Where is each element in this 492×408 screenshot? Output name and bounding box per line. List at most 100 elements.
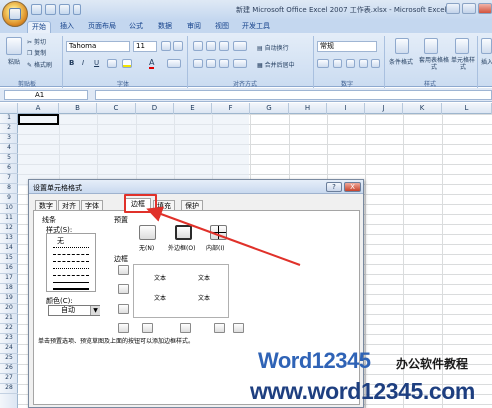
align-right-icon[interactable] (219, 59, 229, 68)
row-header[interactable]: 17 (0, 274, 18, 284)
cell-style-icon[interactable] (455, 38, 469, 54)
dialog-title-bar[interactable]: 设置单元格格式 ? X (29, 180, 363, 194)
line-style-list[interactable]: 无 (46, 233, 96, 292)
save-icon[interactable] (31, 4, 42, 15)
row-header[interactable]: 3 (0, 134, 18, 144)
row-header[interactable]: 11 (0, 214, 18, 224)
increase-decimal-icon[interactable] (359, 59, 368, 68)
row-header[interactable]: 23 (0, 334, 18, 344)
shrink-font-icon[interactable] (173, 41, 183, 51)
row-header[interactable]: 13 (0, 234, 18, 244)
redo-icon[interactable] (59, 4, 70, 15)
align-left-icon[interactable] (193, 59, 203, 68)
column-header[interactable]: A (18, 103, 59, 114)
line-style-option[interactable] (53, 247, 89, 248)
row-header[interactable]: 15 (0, 254, 18, 264)
column-header[interactable]: G (250, 103, 289, 114)
row-header[interactable]: 27 (0, 374, 18, 384)
line-style-option[interactable] (53, 275, 89, 276)
formula-input[interactable] (95, 90, 492, 100)
copy-button[interactable]: ❐ 复制 (27, 48, 46, 57)
wrap-text-button[interactable]: ▤ 自动换行 (257, 43, 289, 52)
align-bottom-icon[interactable] (219, 41, 229, 51)
font-name-combo[interactable]: Tahoma (66, 41, 130, 52)
close-window-button[interactable] (478, 3, 492, 14)
italic-icon[interactable]: I (82, 59, 84, 67)
table-style-label[interactable]: 套用表格格式 (417, 57, 451, 71)
font-size-combo[interactable]: 11 (133, 41, 157, 52)
chevron-down-icon[interactable]: ▼ (90, 306, 100, 315)
phonetic-icon[interactable] (167, 59, 181, 68)
line-style-none[interactable]: 无 (57, 236, 64, 246)
line-style-option[interactable] (53, 261, 89, 262)
font-color-icon[interactable]: A (149, 58, 155, 69)
orientation-icon[interactable] (233, 41, 247, 51)
row-header[interactable]: 18 (0, 284, 18, 294)
align-middle-icon[interactable] (206, 41, 216, 51)
cut-button[interactable]: ✂ 剪切 (27, 37, 46, 46)
line-style-option[interactable] (53, 254, 89, 255)
row-header[interactable]: 14 (0, 244, 18, 254)
tab-review[interactable]: 审阅 (183, 21, 205, 33)
conditional-format-label[interactable]: 条件格式 (389, 57, 413, 66)
preset-outline-label[interactable]: 外边框(O) (168, 243, 195, 252)
border-middle-horizontal-icon[interactable] (118, 284, 129, 294)
minimize-button[interactable] (446, 3, 460, 14)
tab-formulas[interactable]: 公式 (125, 21, 147, 33)
percent-icon[interactable] (333, 59, 342, 68)
tab-view[interactable]: 视图 (211, 21, 233, 33)
row-header[interactable]: 28 (0, 384, 18, 394)
underline-icon[interactable]: U (94, 59, 99, 67)
grow-font-icon[interactable] (161, 41, 171, 51)
row-header[interactable]: 22 (0, 324, 18, 334)
row-header[interactable]: 10 (0, 204, 18, 214)
border-top-icon[interactable] (118, 265, 129, 275)
row-header[interactable]: 24 (0, 344, 18, 354)
dialog-close-button[interactable]: X (344, 182, 361, 192)
row-header[interactable]: 21 (0, 314, 18, 324)
bold-icon[interactable]: B (69, 59, 74, 67)
row-header[interactable]: 6 (0, 164, 18, 174)
row-header[interactable]: 9 (0, 194, 18, 204)
insert-cells-label[interactable]: 插入 (481, 57, 492, 66)
tab-page-layout[interactable]: 页面布局 (86, 21, 118, 33)
help-button[interactable]: ? (326, 182, 342, 192)
customize-qat-icon[interactable] (73, 4, 81, 15)
insert-cells-icon[interactable] (481, 38, 492, 54)
align-center-icon[interactable] (206, 59, 216, 68)
border-diagonal-up-icon[interactable] (118, 323, 129, 333)
line-style-option[interactable] (53, 282, 89, 283)
column-header[interactable]: L (442, 103, 492, 114)
format-painter-button[interactable]: ✎ 格式刷 (27, 60, 52, 69)
column-header[interactable]: I (327, 103, 365, 114)
row-header[interactable]: 4 (0, 144, 18, 154)
merge-center-button[interactable]: ▦ 合并后居中 (257, 60, 295, 69)
row-header[interactable]: 1 (0, 114, 18, 124)
comma-icon[interactable] (346, 59, 355, 68)
align-top-icon[interactable] (193, 41, 203, 51)
active-cell[interactable] (18, 114, 59, 125)
line-style-option[interactable] (53, 288, 89, 290)
tab-developer[interactable]: 开发工具 (240, 21, 272, 33)
row-header[interactable]: 16 (0, 264, 18, 274)
select-all-corner[interactable] (0, 103, 18, 114)
column-header[interactable]: B (59, 103, 97, 114)
column-header[interactable]: J (365, 103, 403, 114)
row-header[interactable]: 12 (0, 224, 18, 234)
office-button[interactable] (2, 1, 28, 27)
border-diagonal-down-icon[interactable] (233, 323, 244, 333)
tab-data[interactable]: 数据 (154, 21, 176, 33)
row-header[interactable]: 20 (0, 304, 18, 314)
table-style-icon[interactable] (424, 38, 438, 54)
border-bottom-icon[interactable] (118, 304, 129, 314)
preset-inside-label[interactable]: 内部(I) (206, 243, 224, 252)
preset-outline-icon[interactable] (175, 225, 192, 240)
preset-inside-icon[interactable] (210, 225, 227, 240)
preset-none-label[interactable]: 无(N) (139, 243, 154, 252)
paste-icon[interactable] (6, 37, 22, 55)
preset-none-icon[interactable] (139, 225, 156, 240)
borders-icon[interactable] (107, 59, 117, 68)
tab-insert[interactable]: 插入 (56, 21, 78, 33)
border-left-icon[interactable] (142, 323, 153, 333)
conditional-format-icon[interactable] (395, 38, 409, 54)
